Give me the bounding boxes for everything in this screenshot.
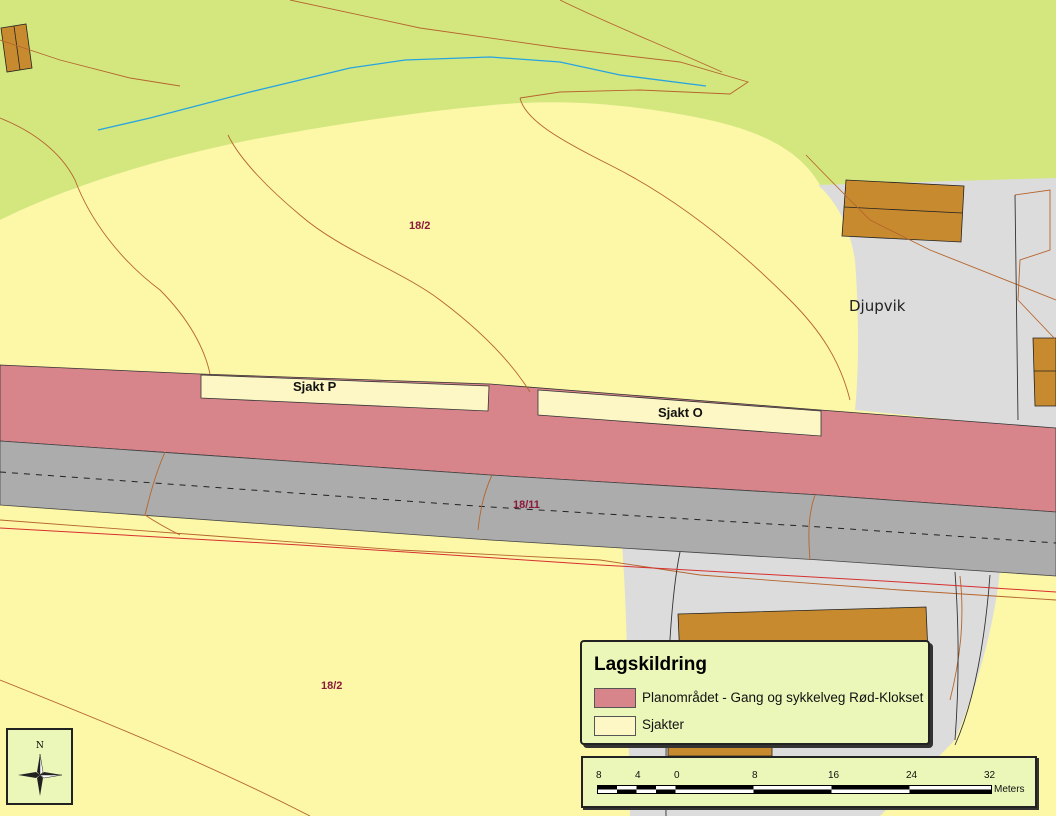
- parcel-label: 18/2: [409, 220, 431, 232]
- legend-swatch-plan-area: [594, 688, 636, 708]
- legend-item-label: Sjakter: [642, 717, 685, 732]
- parcel-label: 18/11: [513, 499, 540, 511]
- legend-item-label: Planområdet - Gang og sykkelveg Rød-Klok…: [642, 690, 924, 705]
- building: [1032, 337, 1056, 407]
- scale-bar: [597, 785, 992, 794]
- building: [841, 179, 965, 243]
- legend-swatch-sjakter: [594, 716, 636, 736]
- scale-tick-label: 32: [984, 770, 996, 781]
- north-arrow-panel: N: [6, 728, 73, 805]
- scale-tick-label: 8: [752, 770, 758, 781]
- scale-tick-label: 8: [596, 770, 602, 781]
- north-letter: N: [36, 741, 44, 751]
- scale-tick-label: 24: [906, 770, 918, 781]
- scale-bar-panel: 8 4 0 8 16 24 32 Meters: [581, 756, 1037, 808]
- scale-tick-label: 4: [635, 770, 641, 781]
- building: [0, 23, 33, 73]
- scale-tick-label: 0: [674, 770, 680, 781]
- place-name-label: Djupvik: [849, 297, 906, 315]
- shaft-o-label: Sjakt O: [658, 405, 703, 420]
- legend-title: Lagskildring: [594, 654, 707, 675]
- scale-unit-label: Meters: [994, 784, 1025, 795]
- shaft-p-label: Sjakt P: [293, 379, 337, 394]
- legend-panel: Lagskildring Planområdet - Gang og sykke…: [580, 640, 930, 745]
- compass-icon: [18, 753, 63, 796]
- parcel-label: 18/2: [321, 680, 343, 692]
- scale-tick-label: 16: [828, 770, 840, 781]
